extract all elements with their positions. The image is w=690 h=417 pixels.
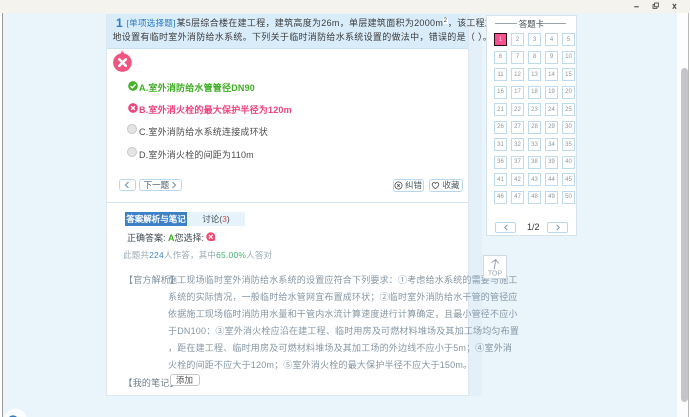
svg-text:TOP: TOP — [488, 271, 503, 278]
